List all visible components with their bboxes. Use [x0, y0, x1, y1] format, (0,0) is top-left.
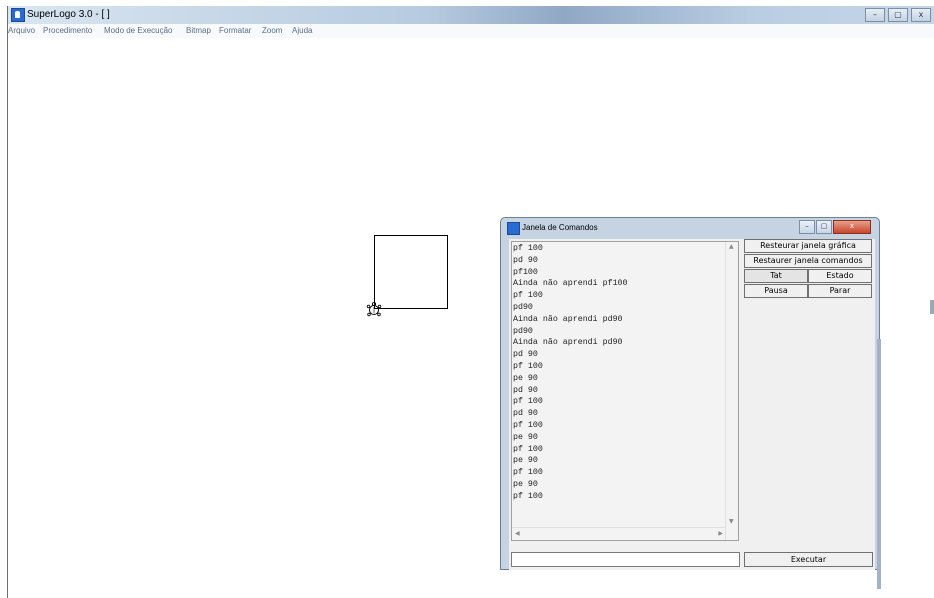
menu-bitmap[interactable]: Bitmap	[186, 26, 211, 35]
output-line: pd90	[513, 326, 533, 336]
menu-formatar[interactable]: Formatar	[219, 26, 251, 35]
parar-button[interactable]: Parar	[808, 284, 872, 298]
executar-button[interactable]: Executar	[744, 552, 873, 567]
output-vertical-scrollbar[interactable]: ▲ ▼	[725, 242, 738, 540]
menu-zoom[interactable]: Zoom	[262, 26, 282, 35]
output-line: pf 100	[513, 420, 543, 430]
output-line: pe 90	[513, 432, 538, 442]
output-line: pd 90	[513, 409, 538, 419]
output-line: pd90	[513, 302, 533, 312]
command-window-body: pf 100 pd 90 pf100 Ainda não aprendi pf100 p…	[509, 239, 881, 589]
superlogo-app-icon	[11, 8, 25, 22]
command-window-controls: – ▢ x	[798, 220, 871, 234]
scroll-down-icon[interactable]: ▼	[729, 518, 734, 525]
menu-arquivo[interactable]: Arquivo	[8, 26, 35, 35]
scroll-left-icon[interactable]: ◀	[515, 530, 520, 537]
output-line: pf 100	[513, 444, 543, 454]
output-line: pd 90	[513, 385, 538, 395]
output-line: Ainda não aprendi pd90	[513, 338, 623, 348]
output-line: Ainda não aprendi pf100	[513, 279, 628, 289]
window-title: SuperLogo 3.0 - [ ]	[27, 9, 110, 20]
scroll-right-icon[interactable]: ▶	[718, 530, 723, 537]
cmd-maximize-button[interactable]: ▢	[816, 220, 832, 234]
output-lines: pf 100 pd 90 pf100 Ainda não aprendi pf100 p…	[513, 243, 628, 503]
scroll-up-icon[interactable]: ▲	[729, 243, 734, 250]
drawn-square	[374, 235, 448, 309]
canvas-scroll-marker	[930, 300, 934, 314]
output-line: Ainda não aprendi pd90	[513, 314, 623, 324]
output-line: pe 90	[513, 479, 538, 489]
output-line: pf100	[513, 267, 538, 277]
output-line: pf 100	[513, 361, 543, 371]
output-line: pf 100	[513, 468, 543, 478]
command-window-title-bar[interactable]: Janela de Comandos – ▢ x	[501, 218, 879, 238]
output-line: pd 90	[513, 255, 538, 265]
restore-commands-window-button[interactable]: Restaurer janela comandos	[744, 254, 872, 268]
command-window-side-strip	[877, 339, 881, 589]
output-line: pf 100	[513, 397, 543, 407]
output-line: pe 90	[513, 456, 538, 466]
pausa-button[interactable]: Pausa	[744, 284, 808, 298]
output-line: pf 100	[513, 491, 543, 501]
maximize-button[interactable]: ▢	[888, 8, 908, 22]
minimize-button[interactable]: –	[865, 8, 885, 22]
output-line: pe 90	[513, 373, 538, 383]
title-bar[interactable]: SuperLogo 3.0 - [ ] – ▢ x	[8, 6, 934, 24]
menu-bar: Arquivo Procedimento Modo de Execução Bi…	[8, 24, 934, 38]
output-line: pf 100	[513, 244, 543, 253]
command-input[interactable]	[511, 552, 740, 567]
menu-ajuda[interactable]: Ajuda	[292, 26, 312, 35]
output-horizontal-scrollbar[interactable]: ◀ ▶	[512, 527, 726, 540]
menu-procedimento[interactable]: Procedimento	[43, 26, 92, 35]
tat-button[interactable]: Tat	[744, 269, 808, 283]
window-controls: – ▢ x	[862, 8, 931, 22]
restore-graphics-window-button[interactable]: Resteurar janela gráfica	[744, 239, 872, 253]
command-window-icon	[507, 222, 520, 235]
cmd-close-button[interactable]: x	[833, 220, 871, 234]
command-window: Janela de Comandos – ▢ x pf 100 pd 90 pf10…	[500, 217, 881, 589]
command-window-title: Janela de Comandos	[522, 223, 598, 232]
estado-button[interactable]: Estado	[808, 269, 872, 283]
turtle-icon	[366, 301, 382, 317]
output-line: pf 100	[513, 291, 543, 301]
menu-modo-de-execucao[interactable]: Modo de Execução	[104, 26, 173, 35]
close-button[interactable]: x	[911, 8, 931, 22]
command-output-area[interactable]: pf 100 pd 90 pf100 Ainda não aprendi pf100 p…	[511, 241, 739, 541]
cmd-minimize-button[interactable]: –	[799, 220, 815, 234]
output-line: pd 90	[513, 350, 538, 360]
